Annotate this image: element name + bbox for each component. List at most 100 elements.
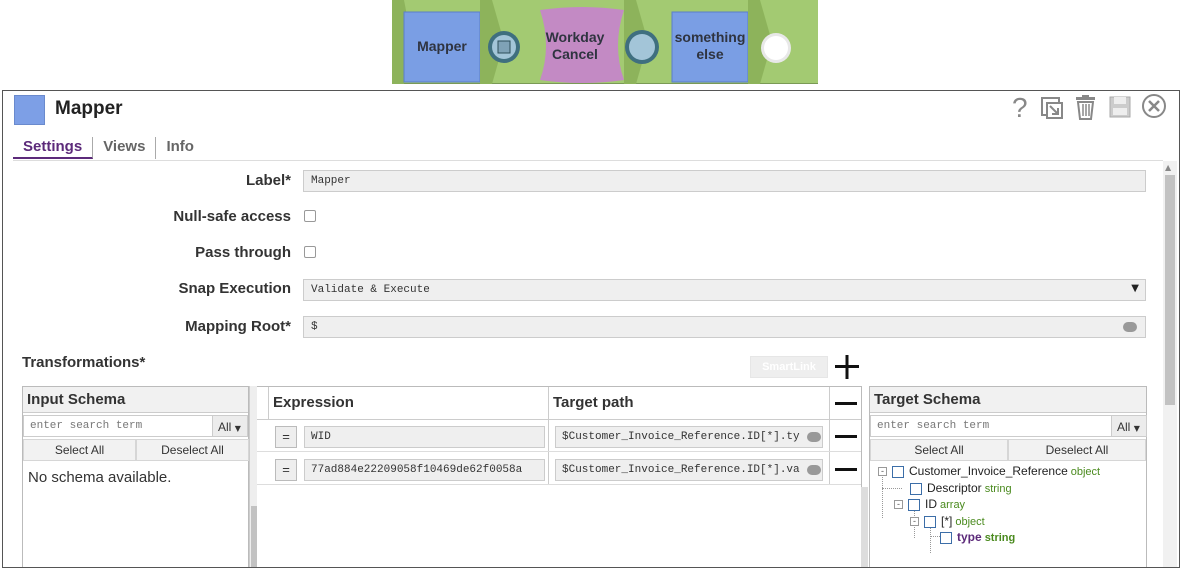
target-schema-filter[interactable]: All ▼ [1111, 415, 1147, 437]
mapping-scrollbar[interactable] [861, 487, 868, 567]
target-schema-search[interactable]: enter search term [870, 415, 1112, 437]
add-mapping-button[interactable] [832, 352, 862, 382]
target-bubble-icon[interactable] [807, 432, 821, 442]
tree-node-name: Customer_Invoice_Reference [909, 464, 1068, 478]
target-select-all-button[interactable]: Select All [870, 439, 1008, 461]
tree-node[interactable]: type string [940, 530, 1015, 546]
pipeline-canvas: Mapper Workday Cancel something else [392, 0, 818, 84]
chevron-down-icon: ▼ [234, 424, 241, 433]
mapping-root-label: Mapping Root* [185, 318, 291, 335]
expression-toggle-button[interactable]: = [275, 426, 297, 448]
target-path-input[interactable]: $Customer_Invoice_Reference.ID[*].ty [555, 426, 823, 448]
mapping-root-value: $ [311, 321, 318, 333]
tree-checkbox[interactable] [910, 482, 922, 495]
remove-row-icon[interactable] [835, 435, 857, 438]
dialog-title: Mapper [55, 98, 123, 119]
tree-node[interactable]: - [*] object [910, 514, 985, 530]
expression-bubble-icon[interactable] [1123, 322, 1137, 332]
tree-node-name: ID [925, 497, 937, 511]
input-schema-scrollbar[interactable] [249, 386, 257, 567]
tree-node-name: type [957, 530, 982, 544]
snap-execution-label: Snap Execution [178, 280, 291, 297]
input-schema-search[interactable]: enter search term [23, 415, 213, 437]
trash-icon[interactable] [1072, 93, 1100, 121]
tree-node[interactable]: - ID array [894, 497, 965, 513]
close-icon[interactable] [1140, 93, 1168, 121]
mapping-row: = WID $Customer_Invoice_Reference.ID[*].… [257, 420, 861, 452]
tab-bar: Settings Views Info [13, 137, 204, 161]
expression-toggle-button[interactable]: = [275, 459, 297, 481]
svg-text:?: ? [1012, 93, 1028, 121]
mapping-table-panel: Expression Target path = WID $Customer_I… [257, 386, 868, 567]
tree-node[interactable]: Descriptor string [910, 481, 1012, 497]
tree-node[interactable]: - Customer_Invoice_Reference object [878, 464, 1100, 480]
target-path-value: $Customer_Invoice_Reference.ID[*].va [562, 464, 800, 476]
tree-line [882, 474, 883, 518]
smartlink-button[interactable]: SmartLink [750, 356, 828, 378]
tree-checkbox[interactable] [908, 498, 920, 511]
null-safe-checkbox[interactable] [304, 210, 316, 222]
mapping-root-field[interactable]: $ [303, 316, 1146, 338]
snap-execution-value: Validate & Execute [311, 284, 430, 296]
snap-settings-dialog: Mapper ? Settings Views Info Label* Mapp… [2, 90, 1180, 568]
collapse-toggle-icon[interactable]: - [894, 500, 903, 510]
snap-something-label-2[interactable]: else [664, 46, 756, 63]
tab-views[interactable]: Views [93, 137, 157, 159]
tree-node-name: Descriptor [927, 481, 982, 495]
tab-divider [13, 160, 1163, 161]
input-schema-panel: Input Schema enter search term All ▼ Sel… [22, 386, 249, 567]
tree-node-type: object [955, 516, 985, 528]
tree-checkbox[interactable] [940, 531, 952, 544]
expression-header: Expression [273, 394, 354, 411]
target-path-input[interactable]: $Customer_Invoice_Reference.ID[*].va [555, 459, 823, 481]
mapping-table-header: Expression Target path [257, 387, 861, 485]
scroll-up-icon[interactable]: ▲ [1165, 163, 1171, 172]
copy-icon[interactable] [1038, 93, 1066, 121]
scrollbar-thumb[interactable] [1165, 175, 1175, 405]
tree-node-type: array [940, 499, 966, 511]
snap-execution-select[interactable]: Validate & Execute ▼ [303, 279, 1146, 301]
tree-checkbox[interactable] [892, 465, 904, 478]
snap-workday-label-1[interactable]: Workday [532, 29, 618, 46]
input-select-all-button[interactable]: Select All [23, 439, 136, 461]
input-schema-filter[interactable]: All ▼ [212, 415, 248, 437]
target-filter-value: All [1117, 420, 1131, 434]
chevron-down-icon: ▼ [1133, 424, 1140, 433]
collapse-toggle-icon[interactable]: - [910, 517, 919, 527]
snap-type-icon [14, 95, 45, 125]
mapping-row: = 77ad884e22209058f10469de62f0058a $Cust… [257, 453, 861, 485]
snap-something-label-1[interactable]: something [664, 29, 756, 46]
tree-line [882, 488, 902, 489]
expression-input[interactable]: 77ad884e22209058f10469de62f0058a [304, 459, 545, 481]
target-path-value: $Customer_Invoice_Reference.ID[*].ty [562, 431, 800, 443]
label-field[interactable]: Mapper [303, 170, 1146, 192]
help-icon[interactable]: ? [1005, 92, 1033, 123]
tab-settings[interactable]: Settings [13, 137, 94, 159]
remove-all-icon[interactable] [835, 402, 857, 405]
pass-through-checkbox[interactable] [304, 246, 316, 258]
target-deselect-all-button[interactable]: Deselect All [1008, 439, 1146, 461]
snap-mapper-label[interactable]: Mapper [404, 38, 480, 55]
input-schema-title: Input Schema [23, 387, 248, 413]
expression-input[interactable]: WID [304, 426, 545, 448]
null-safe-label: Null-safe access [173, 208, 291, 225]
tree-checkbox[interactable] [924, 515, 936, 528]
chevron-down-icon: ▼ [1131, 283, 1139, 294]
input-deselect-all-button[interactable]: Deselect All [136, 439, 249, 461]
tree-line [930, 536, 940, 537]
tree-node-type: object [1070, 466, 1101, 478]
tree-node-name: [*] [941, 514, 953, 528]
save-icon[interactable] [1106, 93, 1134, 121]
target-schema-title: Target Schema [870, 387, 1146, 413]
input-filter-value: All [218, 420, 232, 434]
tab-info[interactable]: Info [156, 137, 204, 159]
collapse-toggle-icon[interactable]: - [878, 467, 887, 477]
tree-node-type: string [984, 532, 1016, 544]
target-schema-panel: Target Schema enter search term All ▼ Se… [869, 386, 1147, 567]
remove-row-icon[interactable] [835, 468, 857, 471]
transformations-title: Transformations* [22, 354, 146, 371]
pass-through-label: Pass through [195, 244, 291, 261]
target-bubble-icon[interactable] [807, 465, 821, 475]
snap-workday-label-2[interactable]: Cancel [532, 46, 618, 63]
input-schema-empty: No schema available. [28, 469, 172, 486]
